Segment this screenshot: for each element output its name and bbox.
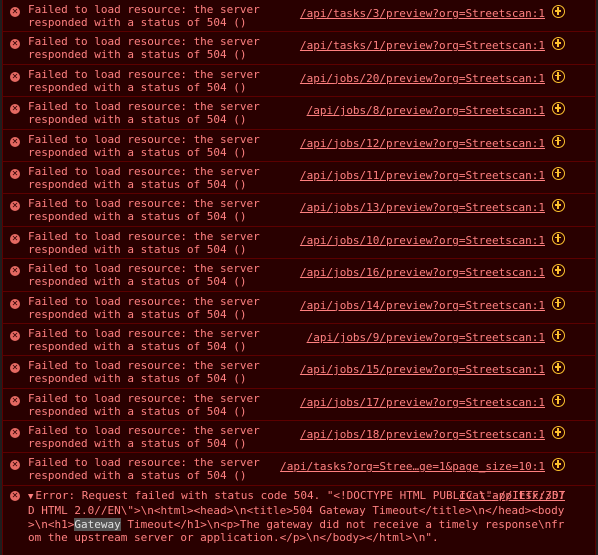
expand-triangle-icon[interactable]: ▼ <box>28 492 33 502</box>
error-icon: ✕ <box>10 201 20 212</box>
console-message-row[interactable]: ✕ Failed to load resource: the server res… <box>3 97 595 130</box>
error-icon: ✕ <box>10 330 20 341</box>
request-url-link[interactable]: /api/tasks/1/preview?org=Streetscan:1 <box>300 39 545 52</box>
error-icon: ✕ <box>10 395 20 406</box>
console-message-text: Failed to load resource: the server resp… <box>28 132 260 159</box>
console-panel: ✕ Failed to load resource: the server res… <box>2 0 596 555</box>
console-message-text: Failed to load resource: the server resp… <box>28 424 260 451</box>
console-message-row[interactable]: ✕ Failed to load resource: the server res… <box>3 356 595 389</box>
error-icon: ✕ <box>10 266 20 277</box>
request-url-link[interactable]: /api/jobs/8/preview?org=Streetscan:1 <box>307 104 545 117</box>
request-url-link[interactable]: /api/jobs/15/preview?org=Streetscan:1 <box>300 363 545 376</box>
console-message-row[interactable]: ✕ Failed to load resource: the server res… <box>3 421 595 454</box>
error-icon: ✕ <box>10 490 20 501</box>
network-request-icon[interactable] <box>552 5 565 18</box>
request-url-link[interactable]: /api/jobs/11/preview?org=Streetscan:1 <box>300 169 545 182</box>
console-message-row[interactable]: ✕ Failed to load resource: the server res… <box>3 32 595 65</box>
request-url-link[interactable]: /api/jobs/13/preview?org=Streetscan:1 <box>300 201 545 214</box>
request-url-link[interactable]: /api/jobs/17/preview?org=Streetscan:1 <box>300 396 545 409</box>
request-url-link[interactable]: /api/jobs/18/preview?org=Streetscan:1 <box>300 428 545 441</box>
console-message-row[interactable]: ✕ Failed to load resource: the server res… <box>3 65 595 98</box>
network-request-icon[interactable] <box>552 328 565 342</box>
request-url-link[interactable]: /api/tasks/3/preview?org=Streetscan:1 <box>300 7 545 20</box>
console-message-row[interactable]: ✕ Failed to load resource: the server res… <box>3 227 595 260</box>
error-icon: ✕ <box>10 39 20 50</box>
request-url-link[interactable]: /api/jobs/14/preview?org=Streetscan:1 <box>300 299 545 312</box>
request-url-link[interactable]: /api/jobs/20/preview?org=Streetscan:1 <box>300 72 545 85</box>
console-message-text: Failed to load resource: the server resp… <box>28 197 260 224</box>
network-request-icon[interactable] <box>552 458 565 472</box>
console-message-text: Failed to load resource: the server resp… <box>28 35 260 62</box>
error-icon: ✕ <box>10 298 20 309</box>
request-url-link[interactable]: /api/jobs/9/preview?org=Streetscan:1 <box>307 331 545 344</box>
console-message-text: Failed to load resource: the server resp… <box>28 359 260 386</box>
network-request-icon[interactable] <box>552 393 565 407</box>
console-message-row[interactable]: ✕ Failed to load resource: the server res… <box>3 194 595 227</box>
console-message-text: Failed to load resource: the server resp… <box>28 67 260 94</box>
error-icon: ✕ <box>10 168 20 179</box>
error-icon: ✕ <box>10 7 20 17</box>
console-message-row[interactable]: ✕ Failed to load resource: the server res… <box>3 389 595 422</box>
console-message-text: Failed to load resource: the server resp… <box>28 391 260 418</box>
network-request-icon[interactable] <box>552 361 565 375</box>
console-message-text: Failed to load resource: the server resp… <box>28 262 260 289</box>
request-url-link[interactable]: /api/jobs/16/preview?org=Streetscan:1 <box>300 266 545 279</box>
network-request-icon[interactable] <box>552 69 565 83</box>
error-icon: ✕ <box>10 428 20 439</box>
error-icon: ✕ <box>10 363 20 374</box>
console-message-text: Failed to load resource: the server resp… <box>28 326 260 353</box>
console-message-text: Failed to load resource: the server resp… <box>28 3 260 29</box>
network-request-icon[interactable] <box>552 37 565 51</box>
error-icon: ✕ <box>10 233 20 244</box>
console-message-row[interactable]: ✕ Failed to load resource: the server res… <box>3 292 595 324</box>
console-message-text: Failed to load resource: the server resp… <box>28 456 260 483</box>
search-highlight: Gateway <box>74 517 121 531</box>
console-message-text: Failed to load resource: the server resp… <box>28 100 260 127</box>
network-request-icon[interactable] <box>552 426 565 440</box>
console-message-row[interactable]: ✕ Failed to load resource: the server res… <box>3 0 595 33</box>
request-url-link[interactable]: /api/tasks?org=Stree…ge=1&page_size=10:1 <box>280 460 545 473</box>
request-url-link[interactable]: /api/jobs/12/preview?org=Streetscan:1 <box>300 137 545 150</box>
network-request-icon[interactable] <box>552 231 565 245</box>
console-message-row[interactable]: ✕ Failed to load resource: the server res… <box>3 259 595 292</box>
network-request-icon[interactable] <box>552 296 565 310</box>
network-request-icon[interactable] <box>552 199 565 213</box>
source-location-link[interactable]: cvat-app.tsx:357 <box>459 489 565 502</box>
console-message-text: Failed to load resource: the server resp… <box>28 294 260 321</box>
network-request-icon[interactable] <box>552 134 565 148</box>
console-message-row[interactable]: ✕ Failed to load resource: the server res… <box>3 130 595 162</box>
console-message-text: Failed to load resource: the server resp… <box>28 164 260 191</box>
error-icon: ✕ <box>10 136 20 147</box>
console-message-row[interactable]: ✕ Failed to load resource: the server res… <box>3 162 595 195</box>
console-error-row[interactable]: ✕ ▼ Error: Request failed with status code… <box>3 486 595 555</box>
console-message-row[interactable]: ✕ Failed to load resource: the server res… <box>3 453 595 486</box>
console-message-row[interactable]: ✕ Failed to load resource: the server res… <box>3 324 595 357</box>
error-icon: ✕ <box>10 460 20 471</box>
network-request-icon[interactable] <box>552 166 565 180</box>
network-request-icon[interactable] <box>552 264 565 278</box>
network-request-icon[interactable] <box>552 102 565 116</box>
request-url-link[interactable]: /api/jobs/10/preview?org=Streetscan:1 <box>300 234 545 247</box>
console-message-text: Failed to load resource: the server resp… <box>28 229 260 256</box>
error-icon: ✕ <box>10 71 20 82</box>
error-icon: ✕ <box>10 104 20 115</box>
